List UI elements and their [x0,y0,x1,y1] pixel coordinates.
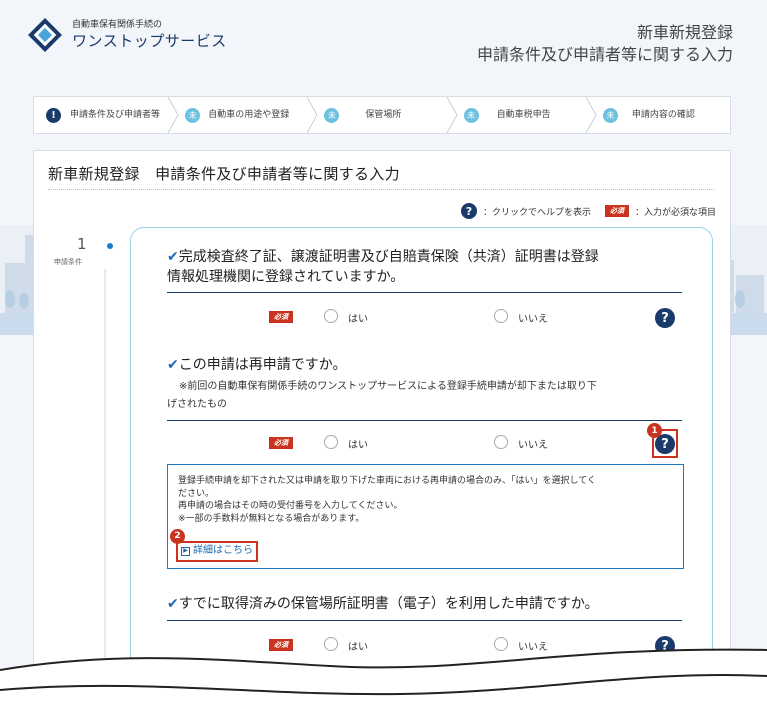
question-1-text-line1: 完成検査終了証、譲渡証明書及び自賠責保険（共済）証明書は登録 [178,249,599,265]
chevron-right-icon [446,97,458,133]
question-1: ✔完成検査終了証、譲渡証明書及び自賠責保険（共済）証明書は登録 情報処理機関に登… [167,247,599,287]
section-number: 1 [77,235,87,253]
step-label: 申請条件及び申請者等 [69,110,160,120]
legend: ? ：クリックでヘルプを表示 必須 ：入力が必須な項目 [460,203,716,219]
status-pending-icon: 未 [463,107,479,123]
help-line3: 再申請の場合はその時の受付番号を入力してください。 [178,501,403,511]
step-label: 保管場所 [365,110,402,120]
question-3-text: すでに取得済みの保管場所証明書（電子）を利用した申請ですか。 [178,596,599,612]
logo-diamond-icon [28,18,62,52]
yes-label: はい [348,440,368,451]
question-2-options: 必須 はい いいえ [167,434,682,454]
status-pending-icon: 未 [185,107,201,123]
question-2-text: この申請は再申請ですか。 [178,357,347,373]
help-line2: ださい。 [178,488,215,499]
chevron-right-icon [167,97,179,133]
question-1-yes-radio[interactable] [324,309,338,323]
step-label: 自動車税申告 [496,110,551,120]
card-title: 新車新規登録 申請条件及び申請者等に関する入力 [48,165,400,183]
page-heading-line2: 申請条件及び申請者等に関する入力 [476,45,733,64]
legend-required-text: ：入力が必須な項目 [634,207,716,218]
yes-label: はい [348,314,368,325]
details-link-label: 詳細はこちら [193,545,253,556]
annotation-badge-2: 2 [170,529,185,544]
play-icon: ▶ [181,546,190,556]
questions-panel: ✔完成検査終了証、譲渡証明書及び自賠責保険（共済）証明書は登録 情報処理機関に登… [130,227,713,697]
step-confirmation: 未 申請内容の確認 [591,97,730,133]
help-line1: 登録手続申請を却下された又は申請を取り下げた車両における再申請の場合のみ、「はい… [178,476,596,486]
divider [167,420,682,421]
required-badge: 必須 [604,205,629,217]
status-pending-icon: 未 [324,107,340,123]
question-1-help-icon[interactable]: ? [655,308,675,328]
question-1-text-line2: 情報処理機関に登録されていますか。 [167,269,405,285]
help-icon: ? [460,203,477,219]
status-pending-icon: 未 [602,107,618,123]
check-icon: ✔ [167,596,179,612]
torn-page-edge [0,648,767,711]
section-label: 申請条件 [54,258,82,266]
step-label: 自動車の用途や登録 [208,110,290,120]
question-2: ✔この申請は再申請ですか。 [167,355,346,375]
question-2-no-radio[interactable] [494,435,508,449]
step-label: 申請内容の確認 [631,110,695,120]
help-line4: ※一部の手数料が無料となる場合があります。 [178,513,365,524]
question-3: ✔すでに取得済みの保管場所証明書（電子）を利用した申請ですか。 [167,594,599,614]
step-application-conditions: ! 申請条件及び申請者等 [34,97,179,133]
service-logo[interactable]: 自動車保有関係手続の ワンストップサービス [26,16,227,54]
details-link[interactable]: ▶ 詳細はこちら [176,541,258,562]
step-vehicle-usage: 未 自動車の用途や登録 [173,97,318,133]
chevron-right-icon [306,97,318,133]
divider [48,189,714,190]
question-1-options: 必須 はい いいえ [167,308,682,328]
question-1-no-radio[interactable] [494,309,508,323]
step-parking: 未 保管場所 [312,97,458,133]
page-heading: 新車新規登録 申請条件及び申請者等に関する入力 [477,22,733,66]
help-tooltip-box: 登録手続申請を却下された又は申請を取り下げた車両における再申請の場合のみ、「はい… [167,464,684,569]
progress-stepper: ! 申請条件及び申請者等 未 自動車の用途や登録 未 保管場所 未 自動車税申告… [33,96,731,134]
check-icon: ✔ [167,357,179,373]
no-label: いいえ [518,440,548,451]
question-2-note: ※前回の自動車保有関係手続のワンストップサービスによる登録手続申請が却下または取… [167,378,687,414]
legend-help-text: ：クリックでヘルプを表示 [482,207,591,218]
divider [167,292,682,293]
required-badge: 必須 [269,311,293,323]
no-label: いいえ [518,314,548,325]
check-icon: ✔ [167,249,179,265]
logo-title: ワンストップサービス [72,32,227,50]
chevron-right-icon [585,97,597,133]
page-heading-line1: 新車新規登録 [636,23,733,42]
step-vehicle-tax: 未 自動車税申告 [452,97,597,133]
divider [167,620,682,621]
annotation-badge-1: 1 [647,423,662,438]
section-timeline [104,269,106,689]
logo-subtitle: 自動車保有関係手続の [72,20,163,30]
note-line1: ※前回の自動車保有関係手続のワンストップサービスによる登録手続申請が却下または取… [179,381,597,392]
section-indicator-dot [107,243,113,249]
question-2-yes-radio[interactable] [324,435,338,449]
note-line2: げされたもの [167,399,227,410]
required-badge: 必須 [269,437,293,449]
exclamation-icon: ! [46,107,61,123]
